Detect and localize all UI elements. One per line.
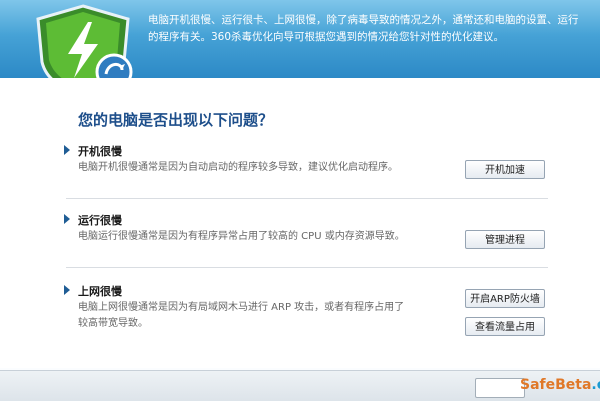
expand-arrow-icon (64, 285, 70, 295)
header-description-line2: 的程序有关。360杀毒优化向导可根据您遇到的情况给您针对性的优化建议。 (148, 31, 505, 43)
divider (66, 267, 548, 268)
issue-desc: 电脑上网很慢通常是因为有局域网木马进行 ARP 攻击，或者有程序占用了 较高带宽… (78, 300, 458, 332)
watermark-main: SafeBeta (520, 377, 592, 393)
issue-title: 开机很慢 (78, 145, 122, 158)
issue-desc-line2: 较高带宽导致。 (78, 318, 148, 329)
footer-button[interactable] (475, 378, 525, 398)
divider (66, 198, 548, 199)
header-banner: 电脑开机很慢、运行很卡、上网很慢，除了病毒导致的情况之外，通常还和电脑的设置、运… (0, 0, 600, 96)
question-heading: 您的电脑是否出现以下问题？ (78, 111, 274, 129)
header-description-line1: 电脑开机很慢、运行很卡、上网很慢，除了病毒导致的情况之外，通常还和电脑的设置、运… (148, 14, 579, 26)
issue-title: 上网很慢 (78, 285, 122, 298)
expand-arrow-icon (64, 145, 70, 155)
issue-title: 运行很慢 (78, 214, 122, 227)
issue-desc: 电脑开机很慢通常是因为自动启动的程序较多导致，建议优化启动程序。 (78, 162, 398, 173)
header-description: 电脑开机很慢、运行很卡、上网很慢，除了病毒导致的情况之外，通常还和电脑的设置、运… (148, 12, 588, 46)
view-traffic-button[interactable]: 查看流量占用 (465, 317, 545, 336)
safebeta-watermark: SafeBeta.cn (520, 377, 600, 393)
arp-firewall-button[interactable]: 开启ARP防火墙 (465, 289, 545, 308)
footer-bar (0, 370, 600, 401)
watermark-tail: .cn (591, 377, 600, 393)
manage-process-button[interactable]: 管理进程 (465, 230, 545, 249)
startup-boost-button[interactable]: 开机加速 (465, 160, 545, 179)
issue-desc: 电脑运行很慢通常是因为有程序异常占用了较高的 CPU 或内存资源导致。 (78, 231, 405, 242)
expand-arrow-icon (64, 214, 70, 224)
optimizer-window: 电脑开机很慢、运行很卡、上网很慢，除了病毒导致的情况之外，通常还和电脑的设置、运… (0, 0, 600, 401)
issue-desc-line1: 电脑上网很慢通常是因为有局域网木马进行 ARP 攻击，或者有程序占用了 (78, 302, 405, 313)
